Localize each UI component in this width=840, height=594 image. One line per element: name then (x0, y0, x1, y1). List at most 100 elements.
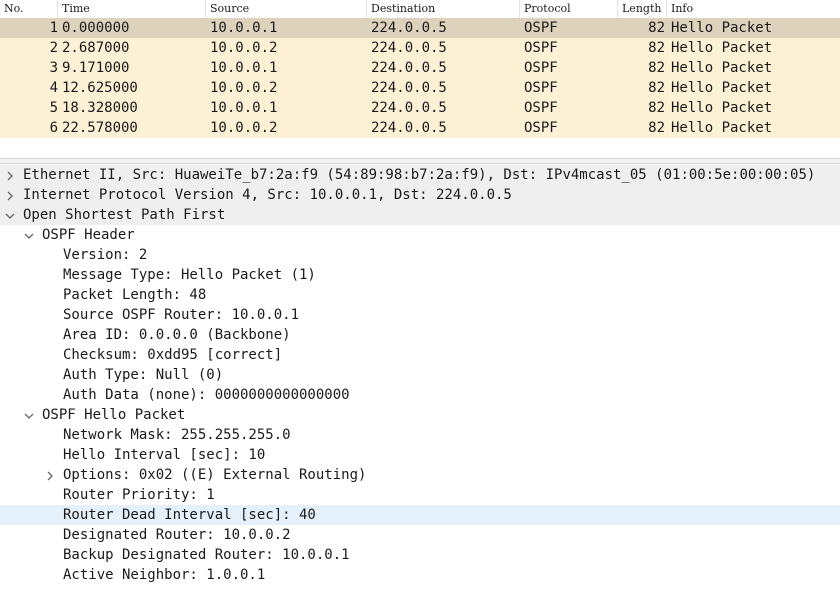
packet-time: 22.578000 (62, 120, 138, 136)
tree-field-hello-interval[interactable]: Hello Interval [sec]: 10 (0, 445, 840, 465)
packet-protocol: OSPF (524, 80, 558, 96)
packet-info: Hello Packet (671, 80, 773, 96)
packet-time: 9.171000 (62, 60, 130, 76)
packet-info: Hello Packet (671, 60, 773, 76)
tree-item-ip[interactable]: Internet Protocol Version 4, Src: 10.0.0… (0, 185, 840, 205)
tree-field-auth-data[interactable]: Auth Data (none): 0000000000000000 (0, 385, 840, 405)
packet-protocol: OSPF (524, 40, 558, 56)
packet-info: Hello Packet (671, 40, 773, 56)
packet-row[interactable]: 2 2.687000 10.0.0.2 224.0.0.5 OSPF 82 He… (0, 38, 840, 58)
tree-item-label: OSPF Header (42, 227, 135, 243)
packet-row[interactable]: 6 22.578000 10.0.0.2 224.0.0.5 OSPF 82 H… (0, 118, 840, 138)
column-header-destination[interactable]: Destination (367, 0, 520, 18)
packet-no: 3 (49, 60, 58, 76)
tree-field-label: Network Mask: 255.255.255.0 (63, 427, 291, 443)
packet-destination: 224.0.0.5 (371, 80, 447, 96)
chevron-right-icon[interactable] (44, 465, 56, 485)
packet-length: 82 (648, 120, 665, 136)
tree-field-checksum[interactable]: Checksum: 0xdd95 [correct] (0, 345, 840, 365)
packet-source: 10.0.0.1 (210, 20, 278, 36)
tree-field-message-type[interactable]: Message Type: Hello Packet (1) (0, 265, 840, 285)
tree-item-label: Ethernet II, Src: HuaweiTe_b7:2a:f9 (54:… (23, 167, 816, 183)
packet-no: 2 (49, 40, 58, 56)
tree-item-label: OSPF Hello Packet (42, 407, 186, 423)
chevron-right-icon[interactable] (4, 185, 16, 205)
chevron-right-icon[interactable] (4, 165, 16, 185)
column-header-time[interactable]: Time (58, 0, 206, 18)
tree-item-label: Internet Protocol Version 4, Src: 10.0.0… (23, 187, 512, 203)
packet-details-tree: Ethernet II, Src: HuaweiTe_b7:2a:f9 (54:… (0, 165, 840, 585)
packet-source: 10.0.0.1 (210, 100, 278, 116)
tree-field-label: Router Dead Interval [sec]: 40 (63, 507, 316, 523)
tree-field-auth-type[interactable]: Auth Type: Null (0) (0, 365, 840, 385)
packet-protocol: OSPF (524, 20, 558, 36)
tree-field-packet-length[interactable]: Packet Length: 48 (0, 285, 840, 305)
tree-item-ospf[interactable]: Open Shortest Path First (0, 205, 840, 225)
tree-field-label: Checksum: 0xdd95 [correct] (63, 347, 283, 363)
packet-protocol: OSPF (524, 120, 558, 136)
packet-row[interactable]: 5 18.328000 10.0.0.1 224.0.0.5 OSPF 82 H… (0, 98, 840, 118)
tree-field-label: Designated Router: 10.0.0.2 (63, 527, 291, 543)
tree-field-label: Hello Interval [sec]: 10 (63, 447, 266, 463)
packet-info: Hello Packet (671, 100, 773, 116)
packet-protocol: OSPF (524, 100, 558, 116)
packet-row[interactable]: 3 9.171000 10.0.0.1 224.0.0.5 OSPF 82 He… (0, 58, 840, 78)
packet-destination: 224.0.0.5 (371, 100, 447, 116)
packet-length: 82 (648, 60, 665, 76)
tree-field-source-router[interactable]: Source OSPF Router: 10.0.0.1 (0, 305, 840, 325)
column-header-source[interactable]: Source (206, 0, 367, 18)
packet-list-header: No. Time Source Destination Protocol Len… (0, 0, 840, 19)
tree-field-label: Message Type: Hello Packet (1) (63, 267, 316, 283)
packet-time: 0.000000 (62, 20, 130, 36)
packet-destination: 224.0.0.5 (371, 120, 447, 136)
column-header-no[interactable]: No. (0, 0, 58, 18)
tree-item-label: Options: 0x02 ((E) External Routing) (63, 467, 367, 483)
tree-field-label: Version: 2 (63, 247, 148, 263)
tree-field-router-priority[interactable]: Router Priority: 1 (0, 485, 840, 505)
tree-field-active-neighbor[interactable]: Active Neighbor: 1.0.0.1 (0, 565, 840, 585)
packet-length: 82 (648, 20, 665, 36)
packet-length: 82 (648, 100, 665, 116)
packet-length: 82 (648, 80, 665, 96)
packet-destination: 224.0.0.5 (371, 20, 447, 36)
tree-field-label: Packet Length: 48 (63, 287, 207, 303)
chevron-down-icon[interactable] (23, 405, 35, 425)
chevron-down-icon[interactable] (4, 205, 16, 225)
packet-time: 12.625000 (62, 80, 138, 96)
packet-destination: 224.0.0.5 (371, 60, 447, 76)
packet-source: 10.0.0.1 (210, 60, 278, 76)
tree-field-version[interactable]: Version: 2 (0, 245, 840, 265)
packet-no: 5 (49, 100, 58, 116)
packet-info: Hello Packet (671, 20, 773, 36)
column-header-info[interactable]: Info (667, 0, 840, 18)
packet-protocol: OSPF (524, 60, 558, 76)
tree-item-label: Open Shortest Path First (23, 207, 226, 223)
tree-field-designated-router[interactable]: Designated Router: 10.0.0.2 (0, 525, 840, 545)
packet-time: 2.687000 (62, 40, 130, 56)
tree-field-label: Auth Data (none): 0000000000000000 (63, 387, 350, 403)
tree-item-ospf-header[interactable]: OSPF Header (0, 225, 840, 245)
tree-field-network-mask[interactable]: Network Mask: 255.255.255.0 (0, 425, 840, 445)
packet-no: 1 (49, 20, 58, 36)
packet-row[interactable]: 4 12.625000 10.0.0.2 224.0.0.5 OSPF 82 H… (0, 78, 840, 98)
column-header-length[interactable]: Length (618, 0, 667, 18)
chevron-down-icon[interactable] (23, 225, 35, 245)
tree-field-label: Router Priority: 1 (63, 487, 215, 503)
packet-list: 1 0.000000 10.0.0.1 224.0.0.5 OSPF 82 He… (0, 18, 840, 138)
tree-item-ethernet[interactable]: Ethernet II, Src: HuaweiTe_b7:2a:f9 (54:… (0, 165, 840, 185)
tree-field-label: Active Neighbor: 1.0.0.1 (63, 567, 266, 583)
tree-field-area-id[interactable]: Area ID: 0.0.0.0 (Backbone) (0, 325, 840, 345)
tree-field-label: Source OSPF Router: 10.0.0.1 (63, 307, 300, 323)
tree-field-dead-interval[interactable]: Router Dead Interval [sec]: 40 (0, 505, 840, 525)
tree-field-label: Backup Designated Router: 10.0.0.1 (63, 547, 350, 563)
column-header-protocol[interactable]: Protocol (520, 0, 618, 18)
tree-item-options[interactable]: Options: 0x02 ((E) External Routing) (0, 465, 840, 485)
tree-field-label: Area ID: 0.0.0.0 (Backbone) (63, 327, 291, 343)
packet-destination: 224.0.0.5 (371, 40, 447, 56)
pane-splitter[interactable] (0, 158, 840, 164)
packet-row[interactable]: 1 0.000000 10.0.0.1 224.0.0.5 OSPF 82 He… (0, 18, 840, 38)
tree-item-hello-packet[interactable]: OSPF Hello Packet (0, 405, 840, 425)
packet-no: 4 (49, 80, 58, 96)
tree-field-label: Auth Type: Null (0) (63, 367, 224, 383)
tree-field-backup-designated-router[interactable]: Backup Designated Router: 10.0.0.1 (0, 545, 840, 565)
